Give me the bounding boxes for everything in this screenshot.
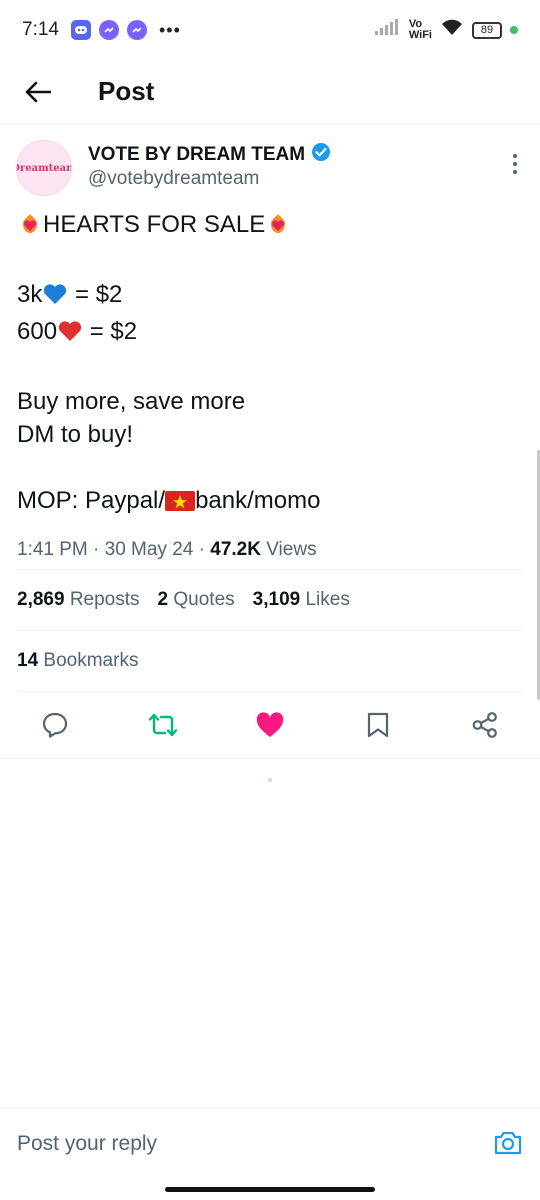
vietnam-flag-icon	[165, 488, 196, 521]
action-bar	[0, 692, 540, 758]
tweet-line-6-prefix: MOP: Paypal/	[17, 487, 166, 514]
vowifi-line-2: WiFi	[408, 29, 432, 41]
vowifi-label: Vo WiFi	[409, 19, 432, 41]
views-label: Views	[260, 539, 317, 560]
messenger-icon	[98, 20, 119, 40]
tweet-line-6-suffix: bank/momo	[195, 487, 321, 514]
page-title: Post	[98, 76, 155, 106]
tweet-line-3-suffix: = $2	[83, 318, 138, 345]
battery-level: 89	[480, 24, 494, 36]
avatar-text: Dreamteam	[17, 162, 71, 174]
bookmarks-stats: 14 Bookmarks	[0, 631, 540, 691]
more-options-icon[interactable]	[510, 152, 520, 176]
back-arrow-icon[interactable]	[14, 68, 62, 116]
likes-label: Likes	[305, 589, 350, 610]
repost-icon[interactable]	[148, 710, 178, 740]
battery-icon: 89	[472, 21, 502, 39]
divider	[0, 758, 540, 759]
reply-icon[interactable]	[40, 710, 70, 740]
engagement-stats: 2,869 Reposts 2 Quotes 3,109 Likes	[0, 570, 540, 630]
tweet-line-5: DM to buy!	[17, 421, 134, 448]
reposts-stat[interactable]: 2,869 Reposts	[17, 589, 140, 611]
verified-badge-icon	[311, 142, 331, 168]
home-indicator[interactable]	[165, 1187, 375, 1192]
reposts-count: 2,869	[17, 589, 65, 610]
wifi-icon	[440, 18, 464, 42]
privacy-indicator-icon	[510, 26, 518, 34]
red-heart-icon	[57, 319, 83, 352]
bookmarks-stat[interactable]: 14 Bookmarks	[17, 650, 138, 672]
header: Post	[0, 60, 540, 124]
tweet: Dreamteam VOTE BY DREAM TEAM @votebydrea…	[0, 124, 540, 759]
author-name[interactable]: VOTE BY DREAM TEAM	[88, 142, 331, 168]
blue-heart-icon	[42, 282, 68, 315]
tweet-timestamp[interactable]: 1:41 PM · 30 May 24 ·	[17, 539, 210, 560]
likes-stat[interactable]: 3,109 Likes	[253, 589, 350, 611]
bookmarks-label: Bookmarks	[43, 650, 139, 671]
author-row: Dreamteam VOTE BY DREAM TEAM @votebydrea…	[0, 124, 540, 202]
bookmark-icon[interactable]	[363, 710, 393, 740]
camera-icon[interactable]	[493, 1129, 523, 1159]
messenger-icon	[126, 20, 147, 40]
tweet-line-1: HEARTS FOR SALE	[43, 211, 266, 238]
tweet-line-4: Buy more, save more	[17, 388, 246, 415]
share-icon[interactable]	[470, 710, 500, 740]
avatar[interactable]: Dreamteam	[16, 140, 72, 196]
views-count: 47.2K	[210, 539, 261, 560]
tweet-meta: 1:41 PM · 30 May 24 · 47.2K Views	[0, 539, 540, 569]
reply-bar: Post your reply	[0, 1108, 540, 1178]
quotes-stat[interactable]: 2 Quotes	[158, 589, 235, 611]
likes-count: 3,109	[252, 589, 301, 610]
tweet-line-2-suffix: = $2	[68, 281, 123, 308]
heart-on-fire-icon	[17, 210, 43, 245]
discord-icon	[70, 20, 91, 40]
like-icon[interactable]	[255, 710, 285, 740]
heart-on-fire-icon	[265, 210, 291, 245]
status-bar: 7:14 ••• Vo WiFi 89	[0, 0, 540, 60]
signal-icon	[374, 19, 401, 41]
author-handle[interactable]: @votebydreamteam	[88, 168, 259, 190]
tweet-line-2-prefix: 3k	[17, 281, 43, 308]
quotes-label: Quotes	[173, 589, 235, 610]
reposts-label: Reposts	[69, 589, 140, 610]
status-time: 7:14	[22, 19, 59, 40]
reply-input[interactable]: Post your reply	[17, 1132, 157, 1156]
more-notifications-icon: •••	[158, 19, 181, 40]
loading-indicator	[268, 778, 272, 782]
tweet-text: HEARTS FOR SALE 3k = $2 600 = $2 Buy mor…	[0, 208, 540, 521]
quotes-count: 2	[157, 589, 169, 610]
tweet-line-3-prefix: 600	[17, 318, 58, 345]
bookmarks-count: 14	[17, 650, 39, 671]
author-name-text: VOTE BY DREAM TEAM	[88, 144, 306, 165]
